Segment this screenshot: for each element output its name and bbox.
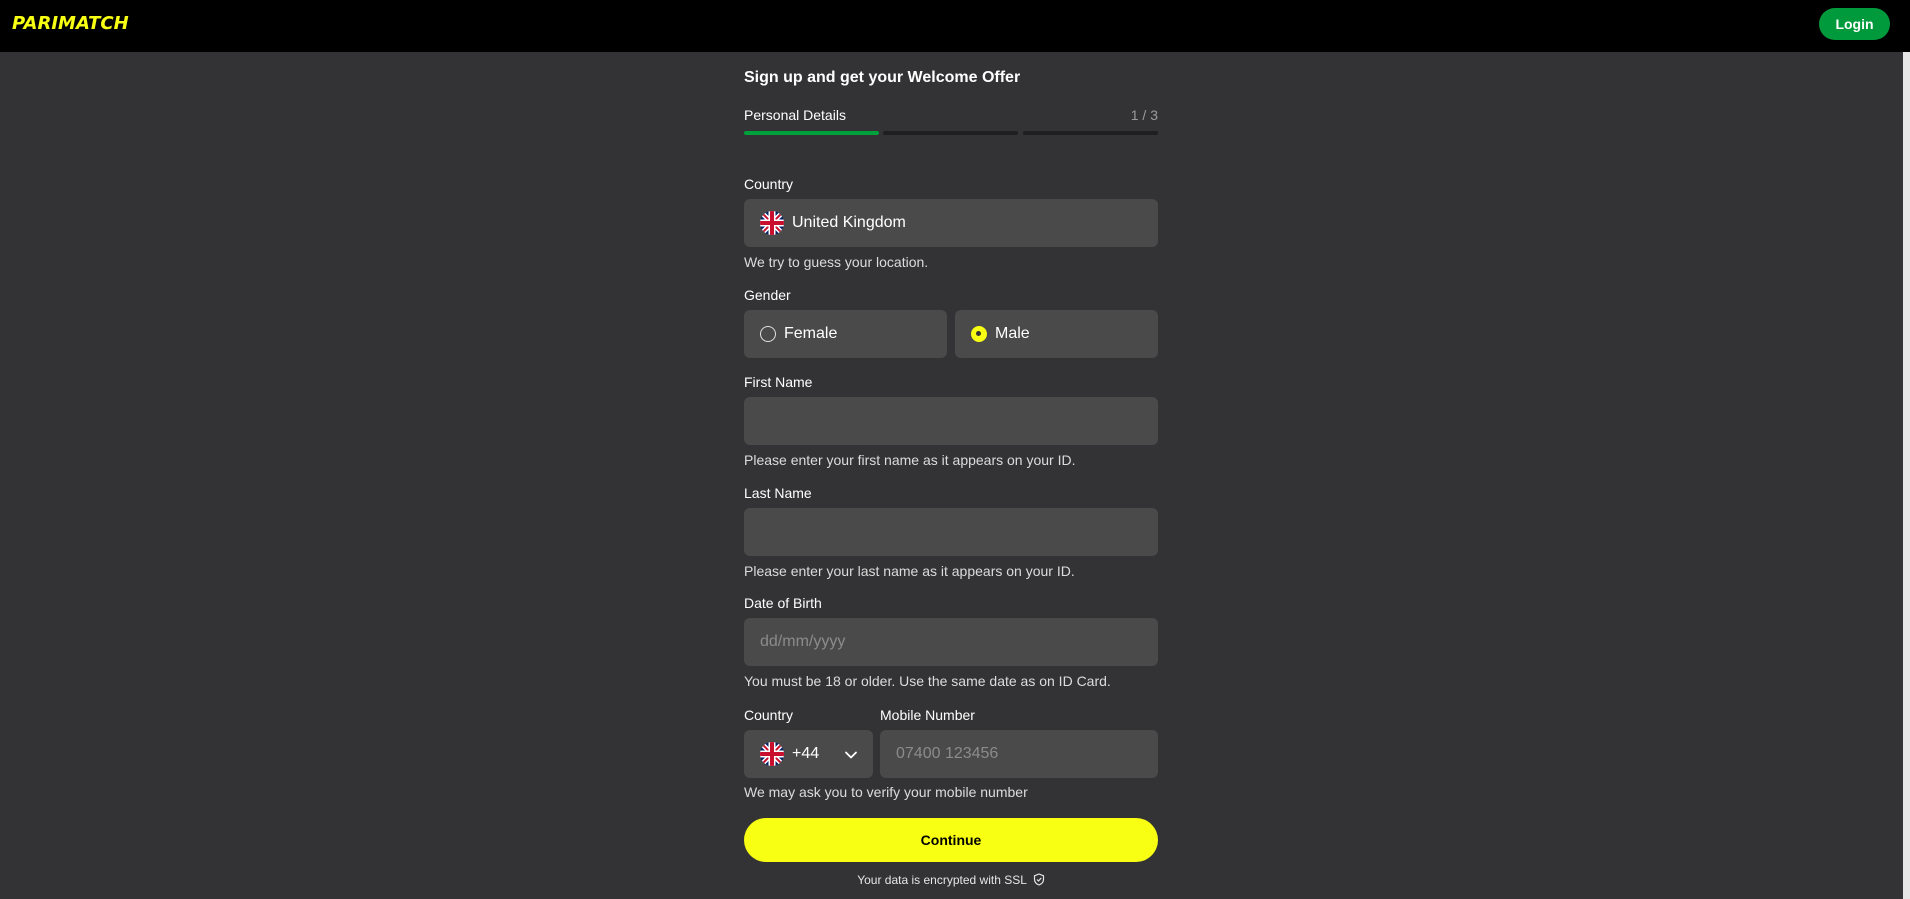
ssl-text: Your data is encrypted with SSL [857, 873, 1027, 887]
top-bar: PARIMATCH Login [0, 0, 1910, 52]
gender-label: Gender [744, 287, 791, 303]
phone-country-label: Country [744, 707, 794, 723]
gender-option-male[interactable]: Male [955, 310, 1158, 358]
progress-segment-1 [744, 131, 879, 135]
chevron-down-icon[interactable] [844, 748, 858, 762]
mobile-number-label: Mobile Number [880, 707, 975, 723]
last-name-hint: Please enter your last name as it appear… [744, 563, 1075, 579]
last-name-label: Last Name [744, 485, 812, 501]
radio-unselected-icon[interactable] [760, 326, 776, 342]
gender-option-label: Female [784, 325, 838, 342]
step-label: Personal Details [744, 107, 846, 123]
first-name-label: First Name [744, 374, 813, 390]
progress-segment-3 [1023, 131, 1158, 135]
country-select[interactable]: United Kingdom [744, 199, 1158, 247]
parimatch-logo[interactable]: PARIMATCH [12, 13, 129, 34]
progress-segment-2 [883, 131, 1018, 135]
dob-input[interactable] [744, 618, 1158, 666]
country-code-select[interactable]: +44 [744, 730, 873, 778]
country-value: United Kingdom [792, 214, 906, 231]
dob-label: Date of Birth [744, 595, 822, 611]
country-code-value: +44 [792, 745, 820, 762]
phone-hint: We may ask you to verify your mobile num… [744, 784, 1028, 800]
country-label: Country [744, 176, 794, 192]
step-indicator: Personal Details 1 / 3 [744, 107, 1158, 123]
uk-flag-icon [760, 742, 784, 766]
mobile-number-input[interactable] [880, 730, 1158, 778]
continue-button[interactable]: Continue [744, 818, 1158, 862]
shield-check-icon [1033, 873, 1044, 886]
radio-selected-icon[interactable] [971, 326, 987, 342]
gender-option-female[interactable]: Female [744, 310, 947, 358]
page-scrollbar[interactable] [1903, 52, 1910, 899]
gender-option-label: Male [995, 325, 1030, 342]
scrollbar-thumb[interactable] [1903, 52, 1910, 899]
first-name-hint: Please enter your first name as it appea… [744, 452, 1076, 468]
first-name-input[interactable] [744, 397, 1158, 445]
ssl-note: Your data is encrypted with SSL [744, 873, 1158, 887]
uk-flag-icon [760, 211, 784, 235]
dob-hint: You must be 18 or older. Use the same da… [744, 673, 1111, 689]
country-hint: We try to guess your location. [744, 254, 929, 270]
progress-segment-1-fill [744, 131, 879, 135]
login-button[interactable]: Login [1819, 8, 1890, 40]
step-progress [744, 131, 1158, 135]
page-title: Sign up and get your Welcome Offer [744, 69, 1021, 86]
signup-form: Sign up and get your Welcome Offer Perso… [744, 52, 1158, 899]
last-name-input[interactable] [744, 508, 1158, 556]
step-count: 1 / 3 [1130, 107, 1158, 123]
